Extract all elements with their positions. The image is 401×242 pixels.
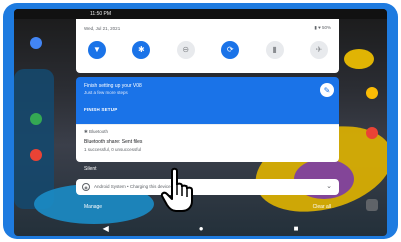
autorotate-tile[interactable]: ⟳ [221,41,240,59]
bluetooth-notification[interactable]: ✱ Bluetooth Bluetooth share: Sent files … [76,124,339,162]
quick-settings-panel: Wed, Jul 21, 2021 ▮ ♥ 50% ▼ ✱ ⊖ ⟳ ▮ ✈ [76,19,339,73]
manage-button[interactable]: Manage [84,204,102,210]
navigation-bar: ◀ ● ■ [14,222,387,236]
finish-setup-notification[interactable]: Finish setting up your V08 Just a few mo… [76,77,339,124]
bluetooth-icon: ✱ [138,45,145,54]
chevron-down-icon[interactable]: ⌄ [326,182,332,190]
app-icon[interactable] [366,87,378,99]
pointer-hand-icon [160,167,193,212]
home-icon[interactable]: ● [199,225,204,233]
back-icon[interactable]: ◀ [103,225,109,233]
notification-title: Finish setting up your V08 [84,83,142,89]
notification-title: Bluetooth share: Sent files [84,139,143,145]
quick-settings-tiles: ▼ ✱ ⊖ ⟳ ▮ ✈ [88,41,328,63]
notification-app-name: ✱ Bluetooth [84,129,109,134]
flashlight-icon: ▮ [272,45,277,54]
finish-setup-button[interactable]: FINISH SETUP [84,107,117,112]
flashlight-tile[interactable]: ▮ [265,41,284,59]
wifi-icon: ▼ [93,45,101,54]
app-icon[interactable] [30,149,42,161]
app-icon[interactable] [30,113,42,125]
status-bar: 11:50 PM [14,9,387,19]
wallpaper-shape [14,69,54,209]
settings-app-icon[interactable] [366,199,378,211]
notification-subtitle: 1 successful, 0 unsuccessful [84,147,142,152]
usb-charging-notification[interactable]: ◉ Android System • Charging this device … [76,179,339,195]
clear-all-button[interactable]: Clear all [313,204,331,210]
recents-icon[interactable]: ■ [294,225,299,233]
android-system-icon: ◉ [82,183,90,191]
status-icons: ▮ ♥ 50% [314,25,331,30]
notification-shade: Wed, Jul 21, 2021 ▮ ♥ 50% ▼ ✱ ⊖ ⟳ ▮ ✈ Finish … [76,19,339,231]
tablet-frame: 11:50 PM Wed, Jul 21, 2021 ▮ ♥ 50% ▼ ✱ ⊖ ⟳ ▮… [3,3,398,239]
do-not-disturb-icon: ⊖ [182,45,190,54]
silent-section-label: Silent [84,166,97,172]
dnd-tile[interactable]: ⊖ [176,41,195,59]
app-icon[interactable] [30,37,42,49]
setup-wrench-icon: ✎ [320,83,334,97]
status-time: 11:50 PM [90,11,112,17]
wifi-tile[interactable]: ▼ [88,41,106,59]
airplane-tile[interactable]: ✈ [309,41,328,59]
auto-rotate-icon: ⟳ [226,45,234,54]
tablet-screen: 11:50 PM Wed, Jul 21, 2021 ▮ ♥ 50% ▼ ✱ ⊖ ⟳ ▮… [14,9,387,236]
airplane-icon: ✈ [315,45,323,54]
date-label: Wed, Jul 21, 2021 [84,26,121,31]
bluetooth-tile[interactable]: ✱ [132,41,151,59]
wallpaper-shape [344,49,374,69]
notification-subtitle: Just a few more steps [84,90,128,95]
app-icon[interactable] [366,127,378,139]
